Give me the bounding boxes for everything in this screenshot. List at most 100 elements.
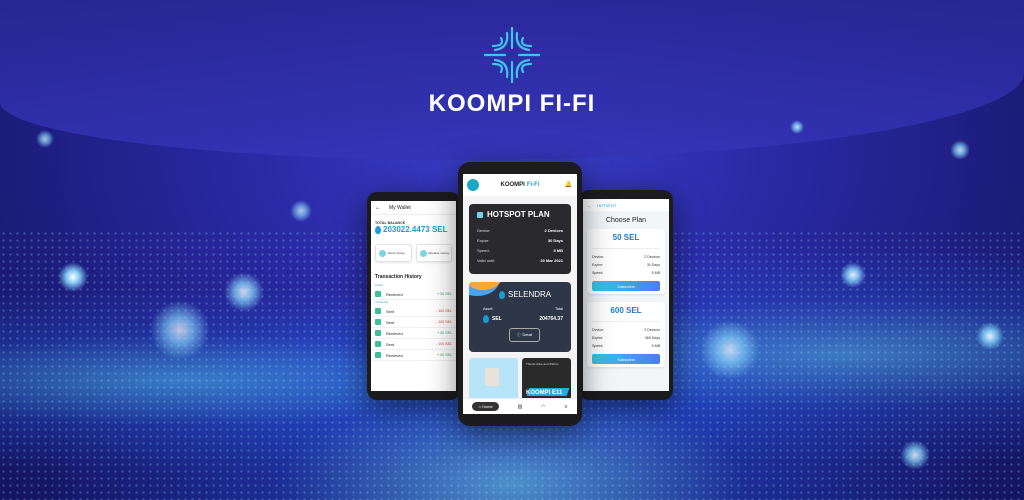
total-label: Total <box>554 307 563 311</box>
plan-row: Device: 2 Devices <box>592 253 660 261</box>
hotspot-plan-card[interactable]: HOTSPOT PLAN Device: 2 Devices Expire: 30 … <box>469 204 571 274</box>
transaction-name: Sent <box>386 308 395 314</box>
plan-key: Speed: <box>592 271 604 275</box>
transaction-row[interactable]: Sent - 100 SEL <box>371 317 456 328</box>
plan-key: Valid until: <box>477 257 496 263</box>
plan-key: Expire: <box>592 336 604 340</box>
home-header: KOOMPI Fi-Fi 🔔 <box>463 174 577 196</box>
wifi-icon[interactable]: ◠ <box>541 404 545 410</box>
token-symbol-text: SEL <box>492 316 502 322</box>
home-brand-suffix: Fi-Fi <box>526 182 540 188</box>
plan-row: Device: 2 Devices <box>477 225 563 235</box>
plan-value: 5 MB <box>651 271 660 275</box>
transaction-icon <box>375 319 381 325</box>
plan-key: Device: <box>592 328 604 332</box>
plans-screen: ← HOTSPOT Choose Plan 50 SEL Device: 2 De… <box>583 199 669 391</box>
balance-block: TOTAL BALANCE 203022.4473 SEL <box>371 215 456 236</box>
token-amount: 204764.37 <box>539 316 563 322</box>
bottom-nav: ⌂ Home ▥ ◠ ≡ <box>463 398 577 414</box>
back-arrow-icon[interactable]: ← <box>375 205 381 211</box>
subscribe-button[interactable]: Subscribe <box>592 281 660 291</box>
map-icon[interactable]: ▥ <box>518 404 523 410</box>
asset-label: Asset <box>483 307 493 311</box>
token-card[interactable]: SELENDRA Asset Total SEL 204764.37 ⓘ Det… <box>469 282 571 352</box>
plan-value: 30 Days <box>547 237 563 243</box>
token-name-text: SELENDRA <box>508 290 552 299</box>
selendra-drop-icon <box>375 225 381 234</box>
subscribe-button[interactable]: Subscribe <box>592 354 660 364</box>
plan-value: 30 Days <box>646 263 660 267</box>
send-money-label: Send money <box>388 251 405 255</box>
transaction-row[interactable]: Recieved + 50 SEL <box>371 289 456 300</box>
wallet-screen: ← My Wallet TOTAL BALANCE 203022.4473 SE… <box>371 201 456 391</box>
transaction-row[interactable]: Sent - 100 SEL <box>371 306 456 317</box>
choose-plan-title: Choose Plan <box>605 217 647 224</box>
plan-key: Device: <box>592 255 604 259</box>
light-orb <box>976 322 1004 350</box>
plan-key: Speed: <box>477 247 490 253</box>
brand-title: KOOMPI FI-FI <box>428 90 596 117</box>
light-orb <box>36 130 54 148</box>
wallet-title: My Wallet <box>389 204 411 211</box>
plan-row: Speed: 5 MB <box>592 269 660 277</box>
plan-price: 50 SEL <box>592 233 660 249</box>
menu-icon[interactable]: ≡ <box>565 404 568 410</box>
transaction-name: Sent <box>386 341 395 347</box>
plan-value: 5 MB <box>553 247 563 253</box>
light-orb <box>900 440 930 470</box>
light-orb <box>150 300 210 360</box>
light-orb <box>700 320 760 380</box>
hotspot-title-text: HOTSPOT PLAN <box>487 210 550 219</box>
transaction-row[interactable]: Recieved + 50 SEL <box>371 350 456 361</box>
plan-row: Speed: 5 MB <box>477 245 563 255</box>
home-icon: ⌂ <box>478 404 481 409</box>
wallet-actions: Send money Receive money <box>371 236 456 270</box>
selendra-drop-icon <box>483 315 489 323</box>
info-icon: ⓘ <box>516 332 521 337</box>
home-screen: KOOMPI Fi-Fi 🔔 HOTSPOT PLAN Device: 2 Dev… <box>463 174 577 414</box>
plan-value: 2 Devices <box>544 227 563 233</box>
plan-value: 365 Days <box>644 336 660 340</box>
transaction-name: Recieved <box>386 352 403 358</box>
transaction-amount: - 100 SEL <box>436 342 452 346</box>
balance-amount: 203022.4473 SEL <box>383 225 448 234</box>
avatar[interactable] <box>467 179 479 191</box>
transaction-amount: - 100 SEL <box>436 320 452 324</box>
light-orb <box>950 140 970 160</box>
detail-label: Detail <box>522 333 533 337</box>
hotspot-plan-title: HOTSPOT PLAN <box>477 210 563 219</box>
token-name: SELENDRA <box>499 290 551 299</box>
light-orb <box>290 200 312 222</box>
promo-banner-bag[interactable] <box>469 358 518 402</box>
phone-plans: ← HOTSPOT Choose Plan 50 SEL Device: 2 De… <box>579 190 673 400</box>
back-arrow-icon[interactable]: ← <box>587 203 591 208</box>
plan-row: Valid until: 29 Mar 2021 <box>477 255 563 265</box>
plan-value: 2 Devices <box>644 255 660 259</box>
wallet-header: ← My Wallet <box>371 201 456 215</box>
transaction-icon <box>375 352 381 358</box>
receive-money-button[interactable]: Receive money <box>415 244 452 262</box>
plan-row: Expire: 30 Days <box>477 235 563 245</box>
transaction-name: Recieved <box>386 330 403 336</box>
receive-icon <box>419 249 427 257</box>
receive-money-label: Receive money <box>428 251 450 255</box>
home-brand: KOOMPI <box>500 182 525 188</box>
transaction-row[interactable]: Recieved + 50 SEL <box>371 328 456 339</box>
transaction-name: Sent <box>386 319 395 325</box>
plan-row: Device: 2 Devices <box>592 326 660 334</box>
nav-home[interactable]: ⌂ Home <box>472 402 499 411</box>
koompi-logo-icon <box>483 26 541 84</box>
plan-value: 2 Devices <box>644 328 660 332</box>
plan-price: 600 SEL <box>592 306 660 322</box>
detail-button[interactable]: ⓘ Detail <box>509 328 540 342</box>
send-money-button[interactable]: Send money <box>375 244 412 262</box>
transaction-amount: + 50 SEL <box>437 331 452 335</box>
plan-row: Expire: 30 Days <box>592 261 660 269</box>
transaction-history-title: Transaction History <box>375 274 422 280</box>
selendra-drop-icon <box>499 290 505 299</box>
bell-icon[interactable]: 🔔 <box>565 181 572 188</box>
tote-bag-image <box>485 368 499 386</box>
promo-banner-laptop[interactable]: Thumb drive and SSD is KOOMPI E11 <box>522 358 571 402</box>
plan-key: Expire: <box>477 237 490 243</box>
transaction-row[interactable]: Sent - 100 SEL <box>371 339 456 350</box>
